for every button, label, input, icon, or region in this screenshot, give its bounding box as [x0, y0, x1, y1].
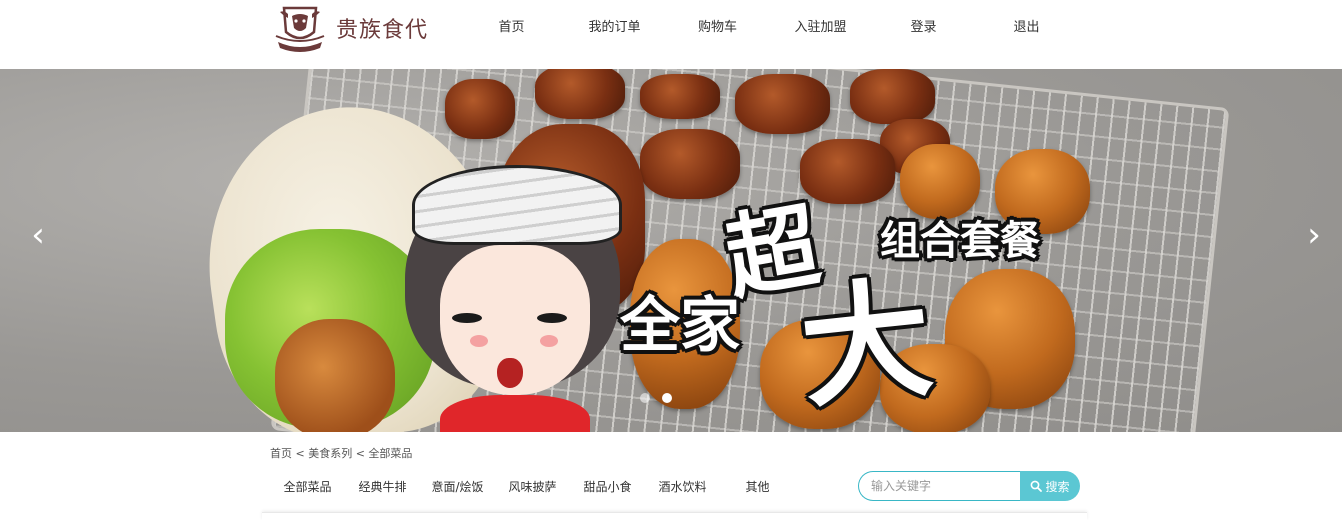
category-pasta-risotto[interactable]: 意面/烩饭: [420, 476, 495, 498]
meat-piece: [800, 139, 895, 204]
logo[interactable]: 贵族食代: [270, 2, 428, 54]
chef-body: [440, 395, 590, 432]
nav-item-logout[interactable]: 退出: [975, 0, 1078, 55]
search-box: 搜索: [858, 471, 1080, 501]
chevron-right-icon[interactable]: ›: [1302, 218, 1326, 252]
nav-item-cart[interactable]: 购物车: [666, 0, 769, 55]
banner-carousel[interactable]: 超 组合套餐 全家 大 ‹ ›: [0, 69, 1342, 432]
chef-blush-right: [540, 335, 558, 347]
main-nav: 首页 我的订单 购物车 入驻加盟 登录 退出: [460, 0, 1078, 55]
nav-item-franchise[interactable]: 入驻加盟: [769, 0, 872, 55]
meat-piece: [735, 74, 830, 134]
category-desserts-snacks[interactable]: 甜品小食: [570, 476, 645, 498]
category-tabs: 全部菜品 经典牛排 意面/烩饭 风味披萨 甜品小食 酒水饮料 其他: [270, 476, 795, 498]
meat-piece: [850, 69, 935, 124]
category-other[interactable]: 其他: [720, 476, 795, 498]
nav-item-home[interactable]: 首页: [460, 0, 563, 55]
banner-headline-da: 大: [793, 261, 939, 427]
chef-mouth: [497, 358, 523, 388]
search-button-label: 搜索: [1045, 479, 1070, 494]
search-icon: [1031, 480, 1043, 492]
nav-item-login[interactable]: 登录: [872, 0, 975, 55]
chevron-left-icon[interactable]: ‹: [26, 218, 50, 252]
search-input[interactable]: [858, 471, 1020, 501]
chef-eye-right: [537, 313, 567, 323]
site-header: 贵族食代 首页 我的订单 购物车 入驻加盟 登录 退出: [0, 0, 1342, 69]
category-all[interactable]: 全部菜品: [270, 476, 345, 498]
breadcrumb: 首页 < 美食系列 < 全部菜品: [270, 447, 413, 460]
content-panel-edge: [262, 512, 1087, 520]
carousel-dot-1[interactable]: [640, 393, 650, 403]
category-steak[interactable]: 经典牛排: [345, 476, 420, 498]
meat-piece: [640, 74, 720, 119]
brand-name: 贵族食代: [336, 18, 429, 43]
wrap-filling-image: [275, 319, 395, 432]
category-drinks[interactable]: 酒水饮料: [645, 476, 720, 498]
carousel-dot-2[interactable]: [662, 393, 672, 403]
nav-item-my-orders[interactable]: 我的订单: [563, 0, 666, 55]
meat-piece: [445, 79, 515, 139]
meat-piece: [535, 69, 625, 119]
chef-hat: [412, 165, 622, 245]
bull-head-crest-icon: [275, 6, 325, 52]
category-pizza[interactable]: 风味披萨: [495, 476, 570, 498]
chef-eye-left: [452, 313, 482, 323]
search-button[interactable]: 搜索: [1020, 471, 1080, 501]
chef-blush-left: [470, 335, 488, 347]
carousel-dots: [640, 393, 672, 403]
banner-headline-family: 全家: [620, 291, 740, 361]
